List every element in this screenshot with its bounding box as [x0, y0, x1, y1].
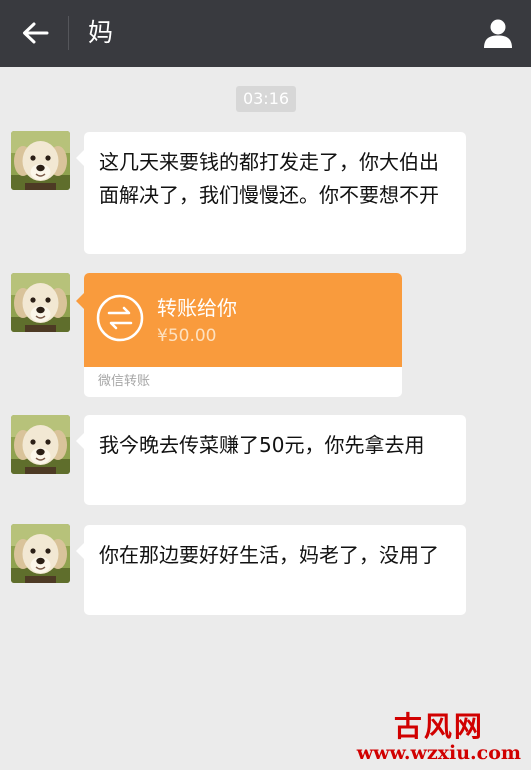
profile-button[interactable] [477, 12, 519, 54]
site-watermark: 古风网 www.wzxiu.com [356, 710, 521, 765]
sender-avatar[interactable] [11, 415, 70, 474]
watermark-url: www.wzxiu.com [356, 742, 521, 764]
sender-avatar[interactable] [11, 131, 70, 190]
dog-avatar-icon [11, 131, 70, 190]
transfer-amount: ¥50.00 [157, 326, 217, 346]
message-bubble[interactable]: 这几天来要钱的都打发走了，你大伯出面解决了，我们慢慢还。你不要想不开 [76, 132, 466, 254]
dog-avatar-icon [11, 273, 70, 332]
chat-title: 妈 [88, 18, 114, 47]
transfer-title: 转账给你 [157, 296, 237, 320]
dog-avatar-icon [11, 415, 70, 474]
transfer-card-body: 转账给你 ¥50.00 [84, 273, 402, 367]
transfer-exchange-icon [96, 294, 144, 342]
sender-avatar[interactable] [11, 273, 70, 332]
transfer-bubble-tail [76, 293, 84, 309]
transfer-card[interactable]: 转账给你 ¥50.00 微信转账 [84, 273, 402, 397]
message-text: 我今晚去传菜赚了50元，你先拿去用 [99, 433, 425, 457]
message-text: 这几天来要钱的都打发走了，你大伯出面解决了，我们慢慢还。你不要想不开 [99, 150, 439, 207]
message-text: 你在那边要好好生活，妈老了，没用了 [99, 543, 439, 567]
user-profile-icon [484, 19, 512, 48]
back-button[interactable] [14, 14, 56, 52]
transfer-footer-label: 微信转账 [98, 374, 151, 389]
dog-avatar-icon [11, 524, 70, 583]
header-divider [68, 16, 69, 50]
message-timestamp: 03:16 [236, 86, 296, 112]
message-bubble[interactable]: 我今晚去传菜赚了50元，你先拿去用 [76, 415, 466, 505]
watermark-site-name: 古风网 [393, 710, 484, 743]
chat-header: 妈 [0, 0, 531, 67]
message-bubble[interactable]: 你在那边要好好生活，妈老了，没用了 [76, 525, 466, 615]
arrow-left-icon [23, 22, 49, 44]
sender-avatar[interactable] [11, 524, 70, 583]
